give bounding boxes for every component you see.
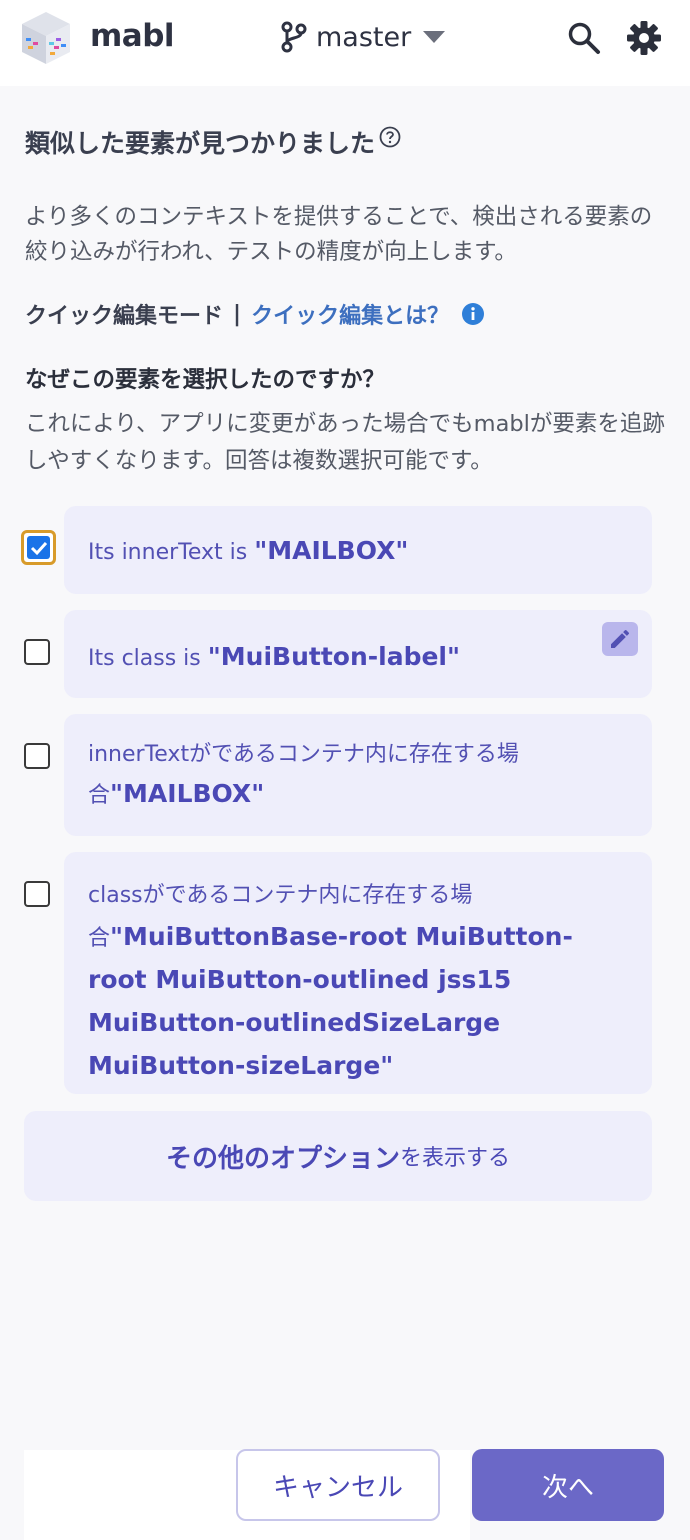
- option-card-3[interactable]: innerTextがであるコンテナ内に存在する場合"MAILBOX": [64, 714, 652, 836]
- help-icon[interactable]: [379, 126, 401, 148]
- quick-edit-row: クイック編集モード | クイック編集とは？: [25, 298, 485, 330]
- pencil-icon: [611, 629, 630, 648]
- option-checkbox-1[interactable]: [21, 530, 56, 565]
- page-title-text: 類似した要素が見つかりました: [25, 129, 376, 158]
- option-checkbox-4[interactable]: [24, 881, 50, 907]
- page-description: より多くのコンテキストを提供することで、検出される要素の絞り込みが行われ、テスト…: [25, 204, 653, 265]
- page-title: 類似した要素が見つかりました: [25, 124, 401, 160]
- more-options-strong: その他のオプション: [165, 1143, 400, 1174]
- option-value: "MuiButtonBase-root MuiButton-root MuiBu…: [88, 922, 573, 1080]
- question-heading: なぜこの要素を選択したのですか？: [25, 367, 386, 393]
- option-label: Its class is: [88, 646, 208, 671]
- checkmark-icon: [30, 541, 47, 555]
- search-icon[interactable]: [566, 20, 602, 56]
- option-card-1[interactable]: Its innerText is "MAILBOX": [64, 506, 652, 594]
- quick-edit-help-link[interactable]: クイック編集とは？: [251, 298, 449, 330]
- edit-button[interactable]: [602, 622, 638, 656]
- git-branch-icon: [281, 21, 307, 53]
- option-value: "MuiButton-label": [207, 642, 461, 671]
- gear-icon[interactable]: [626, 20, 662, 56]
- option-checkbox-2[interactable]: [24, 639, 50, 665]
- option-checkbox-3[interactable]: [24, 743, 50, 769]
- show-more-options-button[interactable]: その他のオプション を表示する: [24, 1111, 652, 1201]
- separator: |: [233, 301, 242, 327]
- question-description: これにより、アプリに変更があった場合でもmablが要素を追跡しやすくなります。回…: [25, 411, 665, 474]
- info-icon[interactable]: [461, 302, 485, 326]
- brand-name: mabl: [90, 18, 175, 54]
- branch-selector[interactable]: master: [280, 16, 446, 58]
- checkbox-checked-fill: [27, 536, 50, 559]
- more-options-rest: を表示する: [400, 1146, 511, 1171]
- next-button[interactable]: 次へ: [472, 1449, 664, 1521]
- option-card-4[interactable]: classがであるコンテナ内に存在する場合"MuiButtonBase-root…: [64, 852, 652, 1094]
- branch-name: master: [316, 21, 412, 53]
- chevron-down-icon: [423, 31, 446, 43]
- option-card-2[interactable]: Its class is "MuiButton-label": [64, 610, 652, 698]
- top-bar: mabl master: [0, 0, 690, 86]
- mabl-logo-icon: [22, 12, 70, 64]
- quick-edit-mode-label: クイック編集モード: [25, 304, 224, 329]
- cancel-button[interactable]: キャンセル: [236, 1449, 440, 1521]
- option-value: "MAILBOX": [110, 779, 265, 808]
- option-label: Its innerText is: [88, 540, 255, 565]
- option-value: "MAILBOX": [254, 536, 409, 565]
